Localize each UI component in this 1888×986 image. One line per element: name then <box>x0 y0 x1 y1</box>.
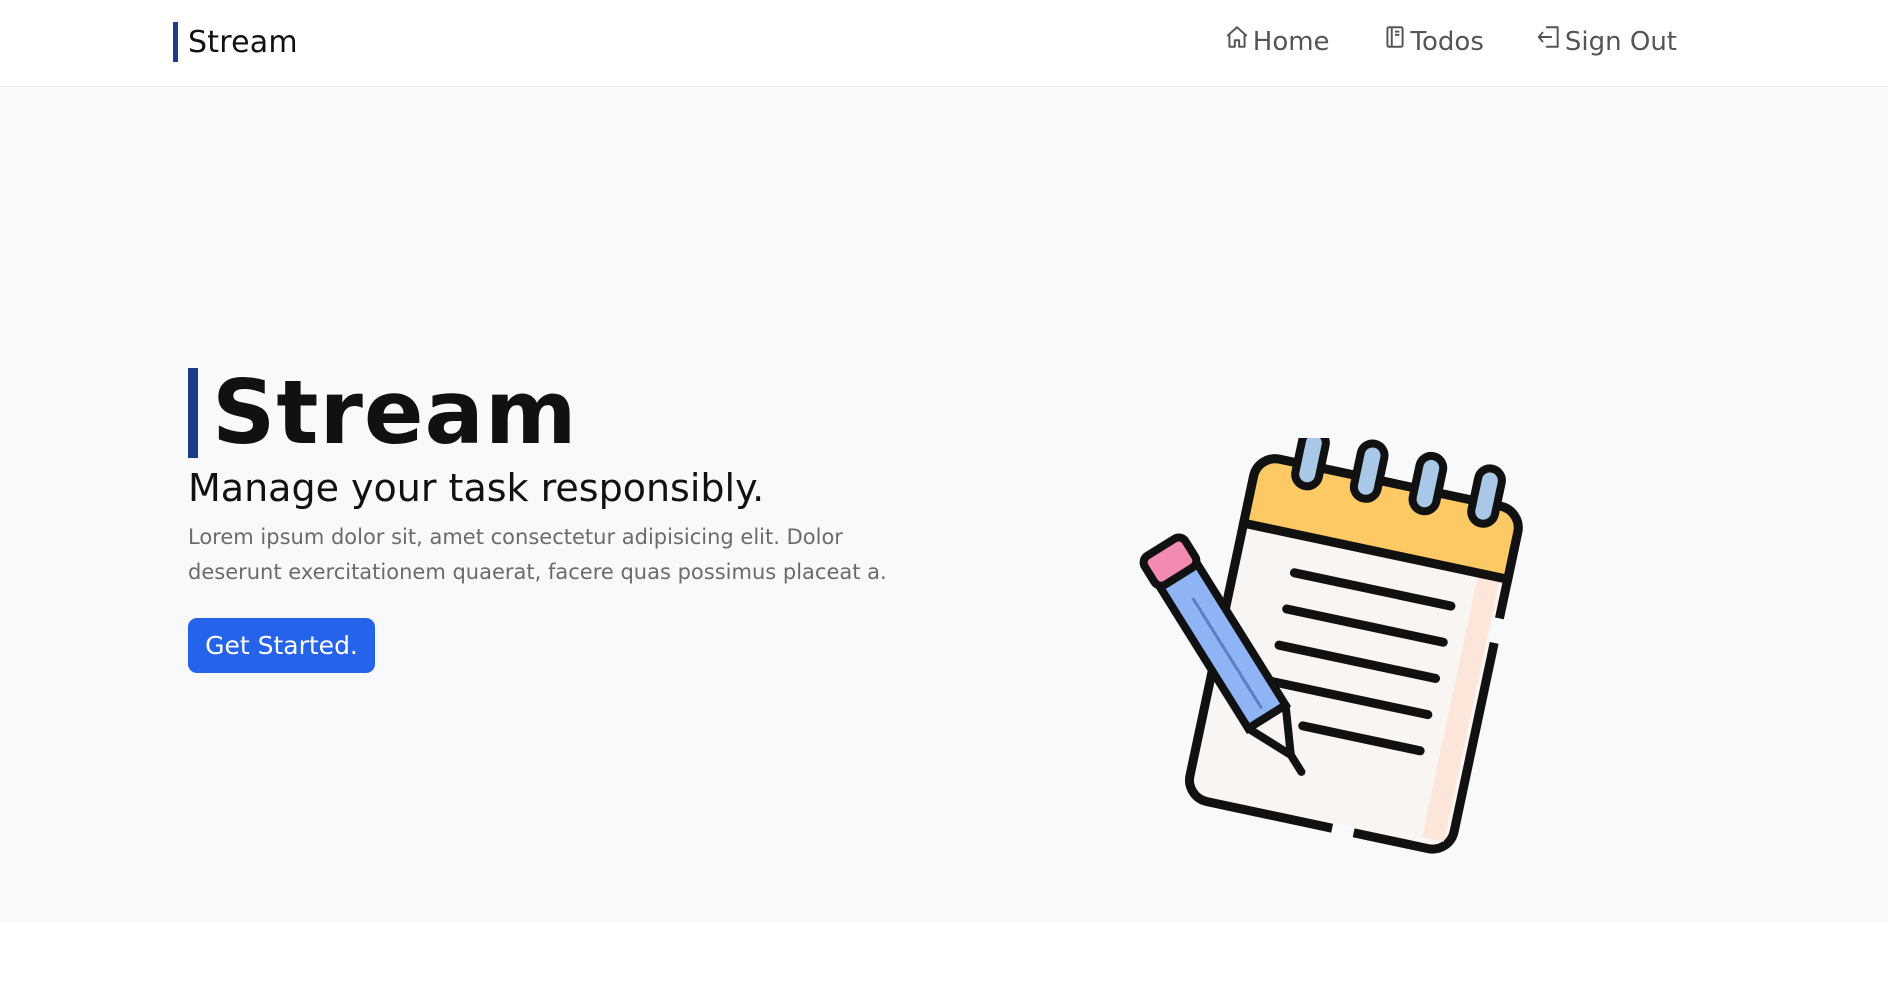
bottom-section <box>6 922 1888 986</box>
hero-title: Stream <box>212 361 578 464</box>
home-icon <box>1224 26 1250 57</box>
hero-title-group: Stream <box>188 368 578 458</box>
nav-link-todos-label: Todos <box>1410 27 1484 57</box>
book-icon <box>1382 26 1408 57</box>
brand-logo-link[interactable]: Stream <box>173 22 298 62</box>
hero-description: Lorem ipsum dolor sit, amet consectetur … <box>188 525 887 584</box>
nav-link-sign-out[interactable]: Sign Out <box>1536 26 1677 57</box>
top-navbar: Stream Home Todos Sign Out <box>0 0 1888 87</box>
nav-link-todos[interactable]: Todos <box>1382 26 1484 57</box>
hero-section: Stream Manage your task responsibly. Lor… <box>0 88 1888 922</box>
nav-links: Home Todos Sign Out <box>1224 22 1677 62</box>
notepad-pencil-icon <box>1130 427 1530 858</box>
hero-subtitle: Manage your task responsibly. <box>188 466 765 510</box>
nav-link-sign-out-label: Sign Out <box>1564 27 1677 57</box>
nav-link-home[interactable]: Home <box>1224 26 1330 57</box>
nav-link-home-label: Home <box>1252 27 1330 57</box>
brand-accent-bar <box>173 22 178 62</box>
brand-name: Stream <box>188 24 298 60</box>
get-started-button[interactable]: Get Started. <box>188 618 375 673</box>
sign-out-icon <box>1536 26 1562 57</box>
hero-accent-bar <box>188 368 198 458</box>
